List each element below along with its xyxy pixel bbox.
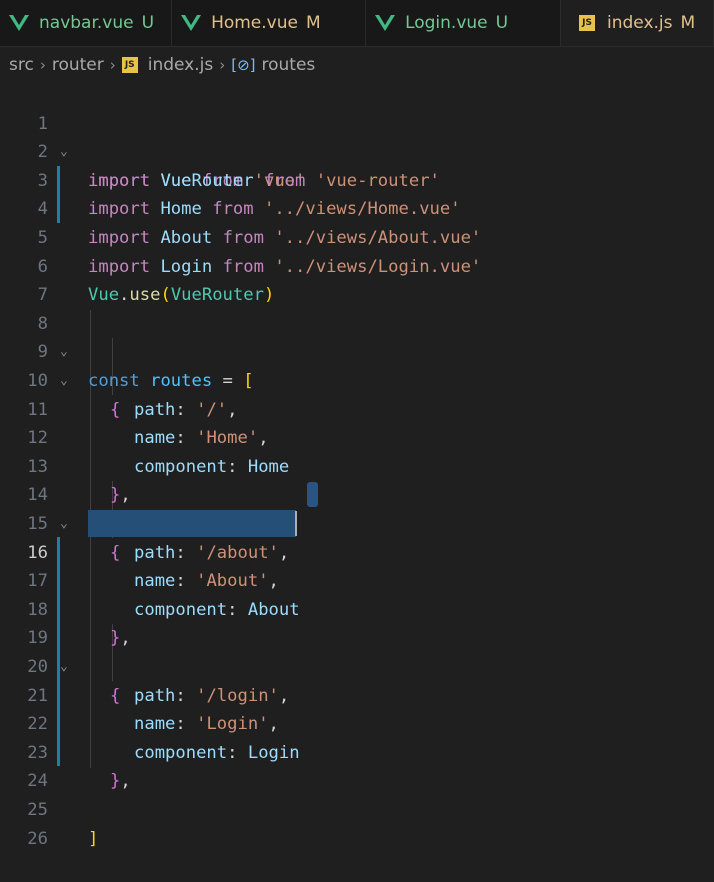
code-line-3: 3 import Home from '../views/Home.vue' [0, 138, 714, 220]
tab-git-status: M [305, 13, 321, 33]
breadcrumb-routes[interactable]: routes [262, 55, 316, 75]
code-line-7: 7 [0, 253, 714, 305]
code-line-14: 14 ⌄ { [0, 453, 714, 562]
code-line-23: 23 }, [0, 710, 714, 792]
code-line-17: 17 component: About [0, 539, 714, 620]
editor-tab-bar: navbar.vue U Home.vue M Login.vue U JS i… [0, 0, 714, 47]
tab-label: navbar.vue [39, 13, 134, 33]
tab-home-vue[interactable]: Home.vue M [172, 0, 367, 46]
tab-label: Login.vue [405, 13, 488, 33]
code-editor[interactable]: 1 ⌄ import Vue from 'vue' 2 import VueRo… [0, 81, 714, 849]
code-line-21: 21 name: 'Login', [0, 653, 714, 735]
breadcrumb: src › router › JS index.js › [⊘] routes [0, 50, 714, 80]
code-line-19: 19 ⌄ { [0, 596, 714, 705]
vue-file-icon [375, 15, 396, 31]
code-line-13: 13 }, [0, 424, 714, 506]
code-line-20: 20 path: '/login', [0, 624, 714, 706]
code-line-26: 26 [0, 796, 714, 849]
code-line-11: 11 name: 'Home', [0, 367, 714, 449]
js-file-icon: JS [121, 57, 138, 73]
code-line-4: 4 import About from '../views/About.vue' [0, 167, 714, 248]
code-line-25: 25 ] [0, 767, 714, 849]
tab-index-js[interactable]: JS index.js M [561, 0, 714, 46]
breadcrumb-index-js[interactable]: index.js [148, 55, 214, 75]
tab-git-status: U [141, 13, 155, 33]
code-line-1: 1 ⌄ import Vue from 'vue' [0, 81, 714, 191]
code-line-16: 16 name: 'About', [0, 510, 714, 592]
tab-login-vue[interactable]: Login.vue U [366, 0, 562, 46]
js-file-icon: JS [579, 15, 596, 31]
code-line-22: 22 component: Login [0, 682, 714, 763]
vue-file-icon [181, 15, 202, 31]
breadcrumb-router[interactable]: router [52, 55, 104, 75]
chevron-right-icon: › [219, 56, 226, 74]
code-line-2: 2 import VueRouter from 'vue-router' [0, 110, 714, 191]
chevron-right-icon: › [39, 56, 46, 74]
chevron-right-icon: › [109, 56, 116, 74]
code-line-6: 6 Vue.use(VueRouter) [0, 224, 714, 306]
code-line-5: 5 import Login from '../views/Login.vue' [0, 195, 714, 277]
code-line-15: 15 path: '/about', [0, 481, 714, 563]
code-line-12: 12 component: Home [0, 396, 714, 477]
vue-file-icon [9, 15, 29, 31]
symbol-variable-icon: [⊘] [231, 56, 256, 74]
tab-git-status: M [680, 13, 696, 33]
code-line-24: 24 [0, 739, 714, 791]
tab-navbar-vue[interactable]: navbar.vue U [0, 0, 173, 46]
code-line-10: 10 path: '/', [0, 338, 714, 420]
line-number: 26 [27, 828, 48, 849]
code-line-8: 8 ⌄ const routes = [ [0, 281, 714, 391]
tab-label: Home.vue [211, 13, 298, 33]
tab-git-status: U [495, 13, 509, 33]
code-line-18: 18 }, [0, 567, 714, 649]
tab-label: index.js [607, 13, 673, 33]
breadcrumb-src[interactable]: src [9, 55, 34, 75]
code-line-9: 9 ⌄ { [0, 310, 714, 419]
